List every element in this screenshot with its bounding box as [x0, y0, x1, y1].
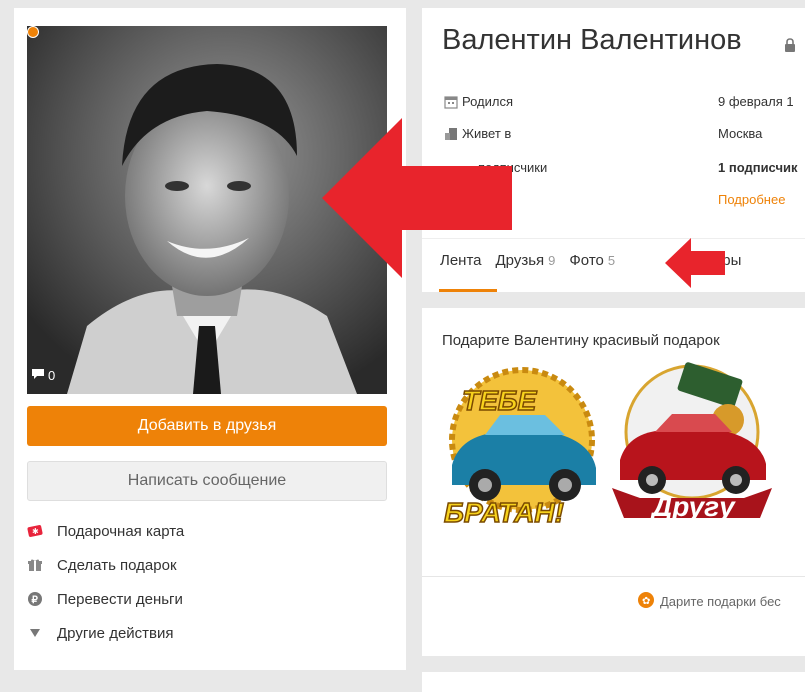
- large-arrow-left: [322, 118, 512, 278]
- small-arrow-left: [665, 238, 725, 288]
- divider: [422, 576, 805, 577]
- gift-car-red-image: Другу: [612, 362, 772, 522]
- gift-text-line2: БРАТАН!: [444, 497, 564, 528]
- other-actions-link[interactable]: Другие действия: [27, 622, 174, 644]
- tab-count: 9: [548, 253, 556, 268]
- info-value-born: 9 февраля 1: [718, 94, 794, 109]
- free-gifts-link[interactable]: ✿ Дарите подарки бес: [638, 592, 781, 611]
- tab-label: Фото: [569, 252, 604, 269]
- comment-count-value: 0: [48, 368, 56, 383]
- make-gift-link[interactable]: Сделать подарок: [27, 554, 177, 576]
- tab-photos[interactable]: Фото 5: [569, 252, 615, 269]
- action-label: Сделать подарок: [57, 556, 177, 574]
- info-value-lives: Москва: [718, 126, 763, 141]
- comment-icon: [31, 368, 45, 383]
- active-tab-indicator: [439, 289, 497, 292]
- gift-text-line2: Другу: [650, 491, 736, 522]
- gift-item[interactable]: Другу: [610, 360, 774, 535]
- action-label: Другие действия: [57, 624, 174, 642]
- gift-item[interactable]: ТЕБЕ БРАТАН!: [440, 360, 604, 535]
- gift-card-link[interactable]: ✱ Подарочная карта: [27, 520, 184, 542]
- svg-text:₽: ₽: [32, 595, 39, 606]
- gift-item-partial[interactable]: [788, 368, 805, 528]
- gift-card-icon: ✱: [27, 523, 43, 539]
- svg-text:✱: ✱: [32, 527, 39, 536]
- transfer-money-link[interactable]: ₽ Перевести деньги: [27, 588, 183, 610]
- gift-section-title: Подарите Валентину красивый подарок: [442, 332, 720, 349]
- present-icon: [27, 557, 43, 573]
- profile-name: Валентин Валентинов: [442, 24, 742, 56]
- svg-text:✿: ✿: [642, 596, 650, 607]
- action-label: Перевести деньги: [57, 590, 183, 608]
- gift-promo-icon: ✿: [638, 592, 654, 611]
- info-label-born: Родился: [462, 94, 514, 109]
- online-indicator: [27, 26, 39, 38]
- photo-comments[interactable]: 0: [31, 368, 55, 383]
- gift-car-blue-image: ТЕБЕ БРАТАН!: [443, 367, 596, 529]
- action-label: Подарочная карта: [57, 522, 185, 540]
- ruble-icon: ₽: [27, 591, 43, 607]
- more-info-link[interactable]: Подробнее: [718, 192, 785, 207]
- gift-partial-image: [788, 368, 805, 528]
- write-message-button[interactable]: Написать сообщение: [27, 461, 387, 501]
- info-value-followers[interactable]: 1 подписчик: [718, 160, 798, 175]
- next-card: [422, 672, 805, 692]
- lock-icon: [784, 38, 796, 57]
- gift-section: Подарите Валентину красивый подарок ТЕБЕ…: [422, 308, 805, 656]
- calendar-icon: [444, 95, 458, 109]
- tab-count: 5: [607, 253, 616, 268]
- add-friend-button[interactable]: Добавить в друзья: [27, 406, 387, 446]
- triangle-down-icon: [27, 625, 43, 641]
- profile-sidebar: 0 Добавить в друзья Написать сообщение ✱…: [14, 8, 406, 670]
- gift-text-line1: ТЕБЕ: [462, 385, 538, 416]
- free-gifts-label: Дарите подарки бес: [660, 594, 781, 609]
